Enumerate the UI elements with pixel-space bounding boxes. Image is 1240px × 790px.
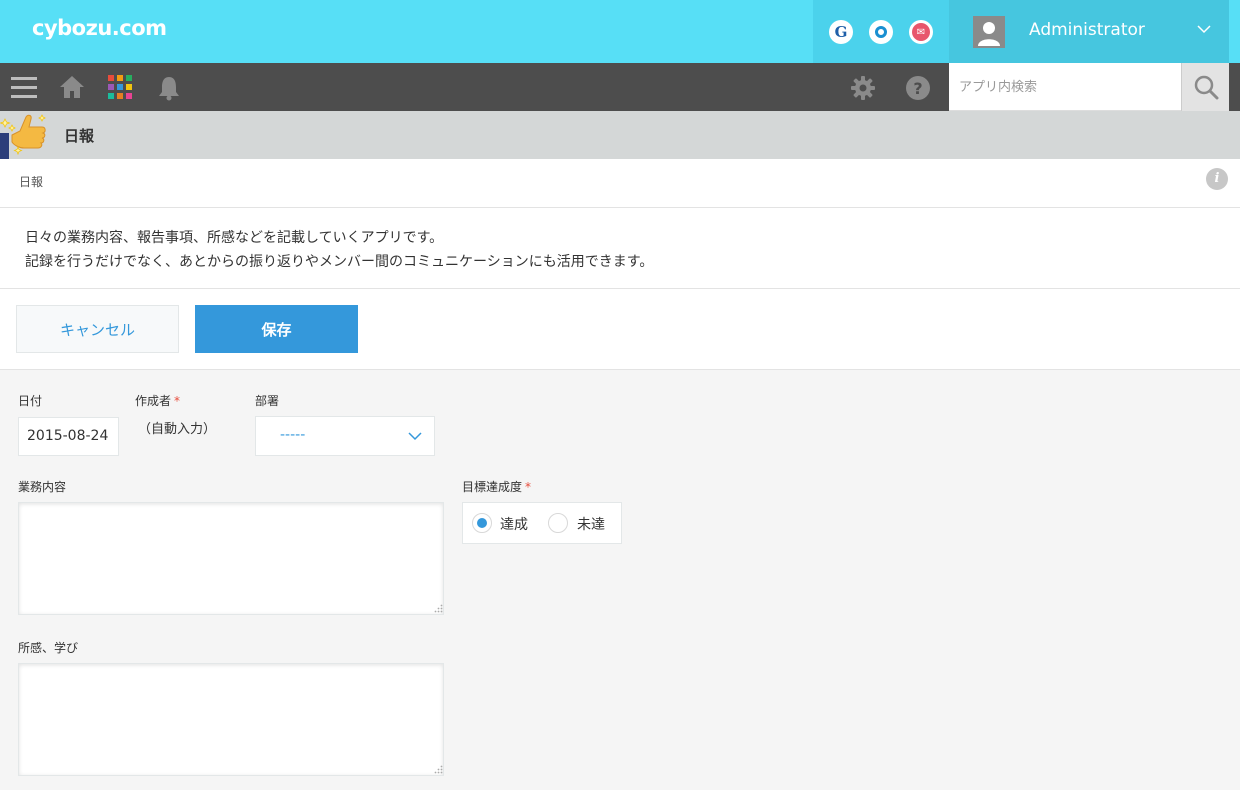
chevron-down-icon[interactable] — [1197, 24, 1211, 34]
radio-not-achieved[interactable] — [548, 513, 568, 533]
record-actions: キャンセル 保存 — [0, 289, 1240, 370]
app-description: 日々の業務内容、報告事項、所感などを記載していくアプリです。 記録を行うだけでな… — [0, 208, 1240, 289]
department-select[interactable]: ----- — [255, 416, 435, 456]
global-header: cybozu.com G ✉ Administrator — [0, 0, 1240, 63]
save-button[interactable]: 保存 — [195, 305, 358, 353]
required-mark: * — [525, 480, 532, 494]
creator-value: （自動入力） — [138, 422, 217, 437]
avatar — [973, 16, 1005, 48]
breadcrumb: 日報 — [0, 159, 1240, 208]
apps-grid-icon[interactable] — [108, 75, 134, 101]
svg-text:?: ? — [913, 79, 922, 98]
description-line-2: 記録を行うだけでなく、あとからの振り返りやメンバー間のコミュニケーションにも活用… — [25, 254, 654, 270]
home-icon[interactable] — [59, 75, 85, 99]
breadcrumb-item[interactable]: 日報 — [19, 173, 43, 190]
app-search — [949, 63, 1181, 111]
creator-label: 作成者 * — [135, 392, 180, 409]
garoon-icon[interactable]: G — [829, 20, 853, 44]
mailwise-icon[interactable]: ✉ — [909, 20, 933, 44]
brand-logo[interactable]: cybozu.com — [32, 16, 167, 40]
bell-icon[interactable] — [157, 75, 181, 101]
impressions-label: 所感、学び — [18, 641, 79, 655]
app-icon[interactable] — [0, 111, 50, 159]
goal-radio-group: 達成 未達 — [462, 502, 622, 544]
goal-label: 目標達成度 * — [462, 478, 531, 495]
description-line-1: 日々の業務内容、報告事項、所感などを記載していくアプリです。 — [25, 230, 444, 246]
app-header: 日報 — [0, 111, 1240, 159]
creator-label-text: 作成者 — [135, 394, 172, 408]
radio-achieved-label[interactable]: 達成 — [500, 514, 528, 534]
menu-icon[interactable] — [10, 75, 38, 99]
user-name: Administrator — [1029, 20, 1145, 40]
user-menu[interactable]: Administrator — [949, 0, 1229, 63]
gear-icon[interactable] — [850, 75, 876, 101]
search-input[interactable] — [949, 63, 1181, 111]
radio-not-achieved-label[interactable]: 未達 — [577, 514, 605, 534]
help-icon[interactable]: ? — [905, 75, 931, 101]
office-icon[interactable] — [869, 20, 893, 44]
radio-achieved[interactable] — [472, 513, 492, 533]
chevron-down-icon — [408, 432, 422, 441]
work-content-label: 業務内容 — [18, 480, 67, 494]
cancel-button[interactable]: キャンセル — [16, 305, 179, 353]
required-mark: * — [174, 394, 181, 408]
date-field[interactable]: 2015-08-24 — [18, 417, 119, 456]
search-icon — [1194, 75, 1218, 100]
app-title: 日報 — [64, 127, 95, 145]
user-silhouette-icon — [978, 22, 1000, 46]
search-button[interactable] — [1181, 63, 1229, 111]
department-label: 部署 — [255, 394, 280, 408]
resize-handle-icon[interactable] — [434, 765, 443, 774]
date-label: 日付 — [18, 394, 43, 408]
department-selected-value: ----- — [280, 427, 306, 443]
resize-handle-icon[interactable] — [434, 604, 443, 613]
goal-label-text: 目標達成度 — [462, 480, 523, 494]
service-links: G ✉ — [813, 0, 949, 63]
info-icon[interactable]: i — [1206, 168, 1228, 190]
impressions-textarea[interactable] — [18, 663, 444, 776]
work-content-textarea[interactable] — [18, 502, 444, 615]
